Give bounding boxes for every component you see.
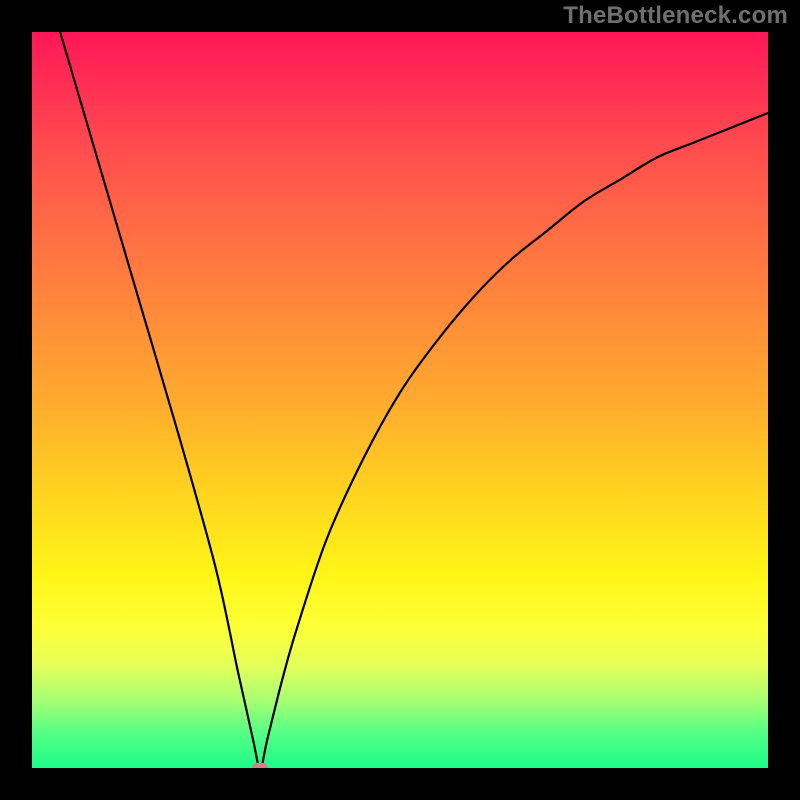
chart-frame: TheBottleneck.com bbox=[0, 0, 800, 800]
bottleneck-curve-path bbox=[32, 32, 768, 768]
curve-svg bbox=[32, 32, 768, 768]
plot-area bbox=[32, 32, 768, 768]
min-marker bbox=[252, 763, 268, 768]
watermark-text: TheBottleneck.com bbox=[563, 2, 788, 30]
